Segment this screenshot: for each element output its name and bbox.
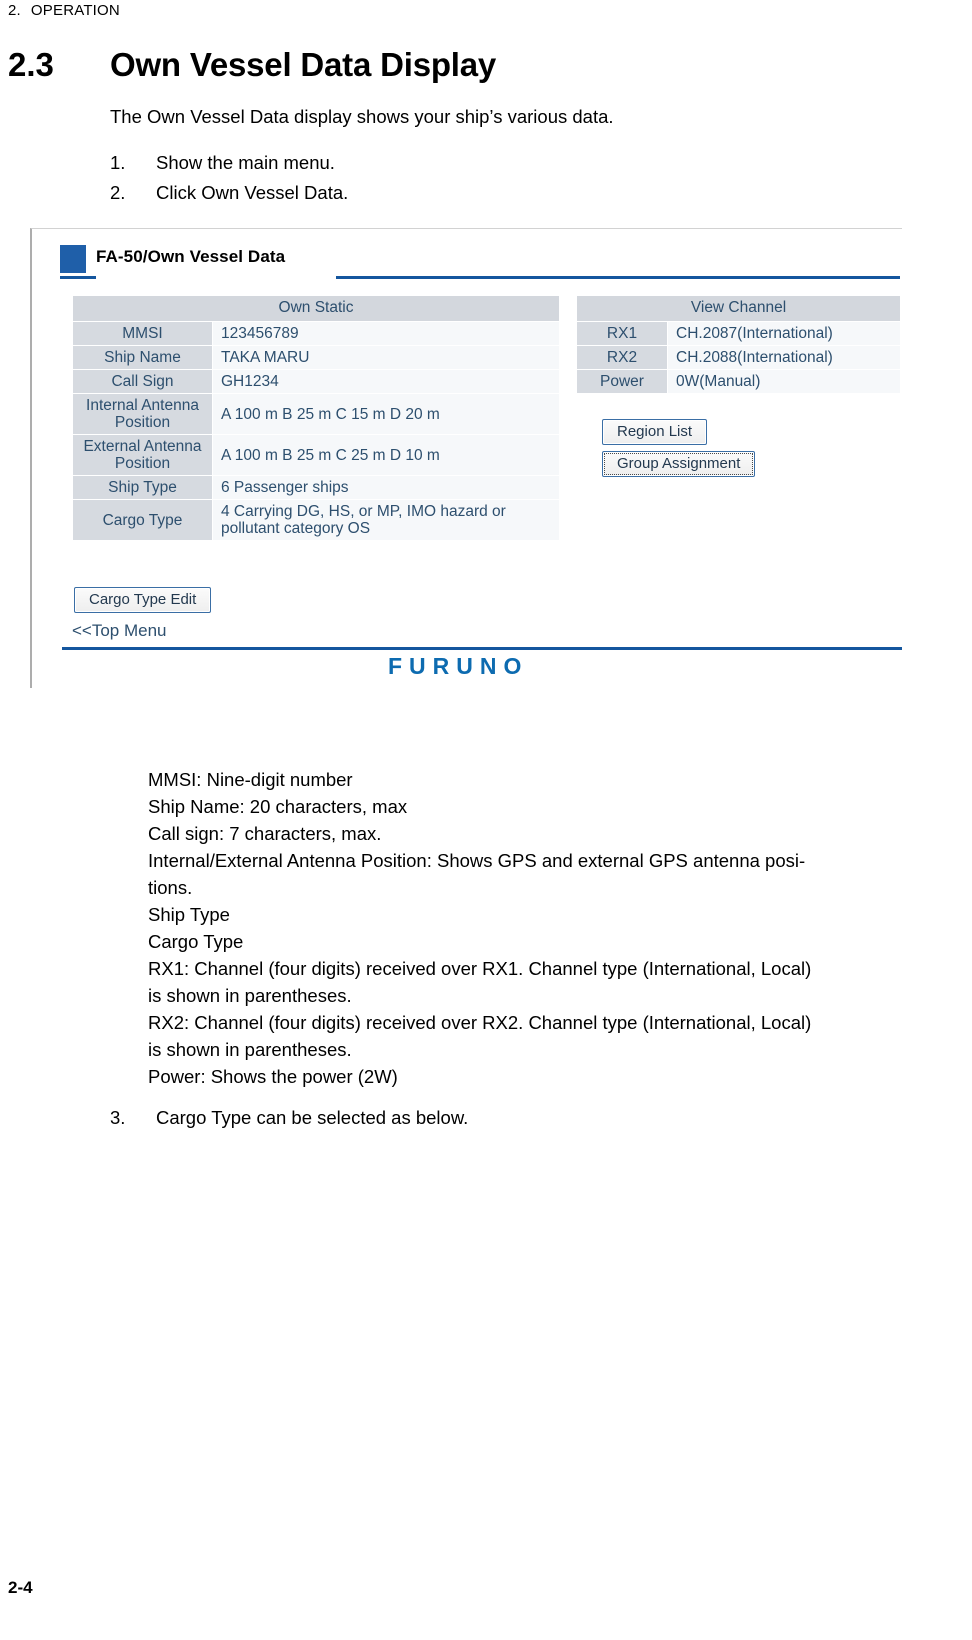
row-value-cargo-type: 4 Carrying DG, HS, or MP, IMO hazard or … [213, 500, 559, 540]
table-row: Call Sign GH1234 [73, 370, 559, 393]
step-text: Show the main menu. [156, 152, 335, 173]
table-row: MMSI 123456789 [73, 322, 559, 345]
table-row: Ship Type 6 Passenger ships [73, 476, 559, 499]
explanation-line-antenna-position: Internal/External Antenna Position: Show… [148, 850, 806, 898]
embedded-screenshot: FA-50/Own Vessel Data Own Static MMSI 12… [30, 228, 902, 688]
table-header-row: View Channel [577, 296, 900, 321]
row-label-call-sign: Call Sign [73, 370, 212, 393]
step-item: 2. Click Own Vessel Data. [110, 180, 930, 206]
row-label-cargo-type: Cargo Type [73, 500, 212, 540]
explanation-line-call-sign: Call sign: 7 characters, max. [148, 823, 382, 844]
row-value-external-antenna-position: A 100 m B 25 m C 25 m D 10 m [213, 435, 559, 475]
group-assignment-button[interactable]: Group Assignment [602, 451, 756, 477]
explanation-line-rx1: RX1: Channel (four digits) received over… [148, 958, 812, 1006]
explanation-line-rx2: RX2: Channel (four digits) received over… [148, 1012, 812, 1060]
row-label-rx1: RX1 [577, 322, 667, 345]
row-value-call-sign: GH1234 [213, 370, 559, 393]
view-channel-table: View Channel RX1 CH.2087(International) … [576, 295, 901, 394]
screenshot-page-title: FA-50/Own Vessel Data [96, 247, 286, 266]
row-label-ship-name: Ship Name [73, 346, 212, 369]
section-number: 2.3 [8, 46, 54, 83]
view-channel-header: View Channel [577, 296, 900, 321]
row-label-rx2: RX2 [577, 346, 667, 369]
row-label-external-antenna-position: External Antenna Position [73, 435, 212, 475]
screenshot-title-bar: FA-50/Own Vessel Data [48, 243, 904, 279]
running-header-chapter-number: 2. [8, 2, 21, 19]
explanation-line-ship-name: Ship Name: 20 characters, max [148, 796, 408, 817]
explanation-line-mmsi: MMSI: Nine-digit number [148, 769, 353, 790]
own-static-header: Own Static [73, 296, 559, 321]
region-list-button[interactable]: Region List [602, 419, 708, 445]
row-value-internal-antenna-position: A 100 m B 25 m C 15 m D 20 m [213, 394, 559, 434]
row-value-mmsi: 123456789 [213, 322, 559, 345]
table-row: External Antenna Position A 100 m B 25 m… [73, 435, 559, 475]
row-value-power: 0W(Manual) [668, 370, 900, 393]
cargo-type-edit-button[interactable]: Cargo Type Edit [74, 587, 212, 613]
table-row: Cargo Type 4 Carrying DG, HS, or MP, IMO… [73, 500, 559, 540]
running-header-chapter-title: OPERATION [30, 2, 120, 19]
step-text: Click Own Vessel Data. [156, 182, 349, 203]
row-value-rx1: CH.2087(International) [668, 322, 900, 345]
table-row: Power 0W(Manual) [577, 370, 900, 393]
explanation-line-cargo-type: Cargo Type [148, 931, 244, 952]
table-header-row: Own Static [73, 296, 559, 321]
own-static-table: Own Static MMSI 123456789 Ship Name TAKA… [72, 295, 560, 541]
step-number: 1. [110, 152, 126, 173]
step-item: 3. Cargo Type can be selected as below. [110, 1105, 930, 1131]
table-row: Ship Name TAKA MARU [73, 346, 559, 369]
top-menu-link[interactable]: <<Top Menu [72, 621, 167, 641]
step-item: 1. Show the main menu. [110, 150, 930, 176]
step-number: 3. [110, 1107, 126, 1128]
page-title: Own Vessel Data Display [110, 46, 497, 83]
furuno-logo: FURUNO [388, 653, 529, 679]
row-label-ship-type: Ship Type [73, 476, 212, 499]
row-value-ship-type: 6 Passenger ships [213, 476, 559, 499]
row-label-mmsi: MMSI [73, 322, 212, 345]
section-intro: The Own Vessel Data display shows your s… [110, 106, 614, 127]
section-heading: 2.3 Own Vessel Data Display [8, 46, 938, 84]
explanation-block: MMSI: Nine-digit number Ship Name: 20 ch… [148, 766, 938, 1090]
row-value-ship-name: TAKA MARU [213, 346, 559, 369]
footer-rule [62, 647, 902, 650]
row-label-power: Power [577, 370, 667, 393]
explanation-line-ship-type: Ship Type [148, 904, 230, 925]
title-rule-gap [96, 276, 336, 279]
title-accent-block [60, 245, 86, 273]
step-text: Cargo Type can be selected as below. [156, 1107, 469, 1128]
page-number: 2-4 [8, 1578, 33, 1597]
table-row: RX2 CH.2088(International) [577, 346, 900, 369]
row-label-internal-antenna-position: Internal Antenna Position [73, 394, 212, 434]
step-number: 2. [110, 182, 126, 203]
explanation-line-power: Power: Shows the power (2W) [148, 1066, 398, 1087]
row-value-rx2: CH.2088(International) [668, 346, 900, 369]
table-row: RX1 CH.2087(International) [577, 322, 900, 345]
table-row: Internal Antenna Position A 100 m B 25 m… [73, 394, 559, 434]
running-header: 2. OPERATION [8, 2, 120, 19]
